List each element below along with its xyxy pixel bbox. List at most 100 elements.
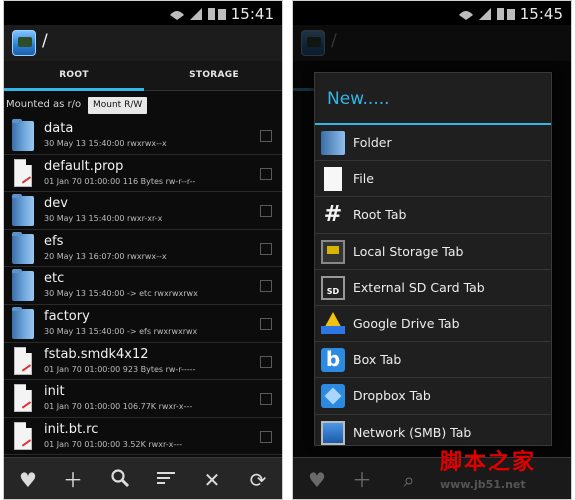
wifi-signal-battery-icon xyxy=(459,8,515,20)
dropbox-icon xyxy=(321,384,345,409)
watermark: 脚本之家 www.jb51.net xyxy=(440,444,575,500)
file-name: dev xyxy=(44,196,68,212)
list-item[interactable]: data 30 May 13 15:40:00 rwxrwx--x xyxy=(4,117,282,155)
menu-item-external-sd-tab[interactable]: SD External SD Card Tab xyxy=(315,270,551,306)
app-logo-icon[interactable] xyxy=(12,30,36,56)
select-checkbox[interactable] xyxy=(260,430,272,443)
heart-icon: ♥ xyxy=(308,468,326,492)
folder-icon xyxy=(321,131,345,155)
menu-item-file[interactable]: File xyxy=(315,161,551,198)
menu-item-label: Google Drive Tab xyxy=(353,315,460,331)
file-icon xyxy=(12,346,34,377)
current-path: / xyxy=(42,31,48,51)
file-list: data 30 May 13 15:40:00 rwxrwx--x defaul… xyxy=(4,117,282,456)
list-item[interactable]: init.bt.rc 01 Jan 70 01:00:00 3.52K rwxr… xyxy=(4,418,282,456)
select-checkbox[interactable] xyxy=(260,280,272,293)
menu-item-folder[interactable]: Folder xyxy=(315,125,551,162)
plus-icon: ＋ xyxy=(352,468,372,492)
list-item[interactable]: fstab.smdk4x12 01 Jan 70 01:00:00 923 By… xyxy=(4,343,282,381)
select-checkbox[interactable] xyxy=(260,205,272,218)
list-item[interactable]: efs 20 May 13 16:07:00 rwxrwx--x xyxy=(4,230,282,268)
list-item[interactable]: etc 30 May 13 15:40:00 -> etc rwxrwxrwx xyxy=(4,267,282,305)
bottom-toolbar: ♥ ＋ ✕ ⟳ xyxy=(4,457,282,499)
file-meta: 01 Jan 70 01:00:00 923 Bytes rw-r----- xyxy=(44,364,196,374)
menu-item-label: Network (SMB) Tab xyxy=(353,424,472,440)
file-meta: 01 Jan 70 01:00:00 3.52K rwxr-x--- xyxy=(44,439,183,449)
menu-item-box-tab[interactable]: b Box Tab xyxy=(315,342,551,379)
close-icon[interactable]: ✕ xyxy=(200,468,224,492)
list-item[interactable]: default.prop 01 Jan 70 01:00:00 116 Byte… xyxy=(4,155,282,193)
status-bar: 15:45 xyxy=(293,1,571,25)
folder-icon xyxy=(12,231,34,264)
tab-bar: ROOT STORAGE xyxy=(4,61,282,91)
tab-root[interactable]: ROOT xyxy=(4,61,144,91)
action-bar: / xyxy=(4,25,282,61)
mount-rw-button[interactable]: Mount R/W xyxy=(88,97,148,114)
file-icon xyxy=(12,384,34,414)
sort-icon[interactable] xyxy=(154,468,178,492)
tab-storage[interactable]: STORAGE xyxy=(144,61,282,91)
select-checkbox[interactable] xyxy=(260,355,272,368)
heart-icon[interactable]: ♥ xyxy=(16,468,40,492)
menu-item-label: Folder xyxy=(353,135,392,150)
status-time: 15:45 xyxy=(519,5,563,23)
plus-icon[interactable]: ＋ xyxy=(61,468,85,492)
select-checkbox[interactable] xyxy=(260,167,272,180)
sdcard-icon: SD xyxy=(321,275,345,300)
file-meta: 20 May 13 16:07:00 rwxrwx--x xyxy=(44,251,167,261)
menu-item-label: Box Tab xyxy=(353,352,402,368)
file-icon xyxy=(12,158,34,189)
watermark-url: www.jb51.net xyxy=(440,478,526,491)
file-name: efs xyxy=(44,233,64,249)
network-icon xyxy=(321,420,345,445)
box-icon: b xyxy=(321,348,345,373)
search-icon[interactable] xyxy=(108,468,132,492)
new-item-menu: Folder File # Root Tab Local Storage Tab… xyxy=(315,125,551,451)
status-time: 15:41 xyxy=(230,5,274,23)
file-icon xyxy=(324,167,342,192)
menu-item-label: Root Tab xyxy=(353,207,407,223)
new-item-dialog: New..... Folder File # Root Tab Local St… xyxy=(314,72,552,446)
watermark-text: 脚本之家 xyxy=(440,450,537,475)
file-meta: 01 Jan 70 01:00:00 106.77K rwxr-x--- xyxy=(44,402,193,412)
mount-status-label: Mounted as r/o xyxy=(6,99,82,110)
list-item[interactable]: init 01 Jan 70 01:00:00 106.77K rwxr-x--… xyxy=(4,380,282,418)
file-name: data xyxy=(44,121,74,136)
dialog-title: New..... xyxy=(327,89,390,109)
folder-icon xyxy=(12,119,34,151)
menu-item-label: External SD Card Tab xyxy=(353,279,485,295)
select-checkbox[interactable] xyxy=(260,242,272,255)
select-checkbox[interactable] xyxy=(260,130,272,142)
hash-icon: # xyxy=(323,202,343,228)
menu-item-label: Dropbox Tab xyxy=(353,388,431,404)
file-name: fstab.smdk4x12 xyxy=(44,346,149,362)
mount-status-row: Mounted as r/o Mount R/W xyxy=(4,95,282,117)
file-name: factory xyxy=(44,308,90,324)
folder-icon xyxy=(12,194,34,227)
file-name: etc xyxy=(44,271,65,287)
menu-item-dropbox-tab[interactable]: Dropbox Tab xyxy=(315,378,551,415)
google-drive-icon xyxy=(321,311,345,334)
folder-icon xyxy=(12,306,34,339)
select-checkbox[interactable] xyxy=(260,317,272,330)
folder-icon xyxy=(12,269,34,302)
menu-item-label: Local Storage Tab xyxy=(353,243,464,259)
refresh-icon[interactable]: ⟳ xyxy=(246,468,270,492)
menu-item-label: File xyxy=(353,171,374,187)
left-phone-screen: 15:41 / ROOT STORAGE Mounted as r/o Moun… xyxy=(3,0,283,500)
menu-item-local-storage-tab[interactable]: Local Storage Tab xyxy=(315,234,551,270)
file-name: default.prop xyxy=(44,158,124,174)
file-icon xyxy=(12,421,34,452)
list-item[interactable]: factory 30 May 13 15:40:00 -> efs rwxrwx… xyxy=(4,305,282,343)
status-bar: 15:41 xyxy=(4,1,282,25)
file-meta: 30 May 13 15:40:00 -> etc rwxrwxrwx xyxy=(44,289,198,299)
menu-item-root-tab[interactable]: # Root Tab xyxy=(315,197,551,234)
menu-item-google-drive-tab[interactable]: Google Drive Tab xyxy=(315,306,551,343)
select-checkbox[interactable] xyxy=(260,393,272,406)
sd-icon xyxy=(321,239,345,264)
file-meta: 30 May 13 15:40:00 rwxrwx--x xyxy=(44,139,167,148)
file-meta: 30 May 13 15:40:00 rwxr-xr-x xyxy=(44,214,163,224)
list-item[interactable]: dev 30 May 13 15:40:00 rwxr-xr-x xyxy=(4,192,282,230)
file-name: init.bt.rc xyxy=(44,421,99,437)
file-name: init xyxy=(44,384,65,400)
